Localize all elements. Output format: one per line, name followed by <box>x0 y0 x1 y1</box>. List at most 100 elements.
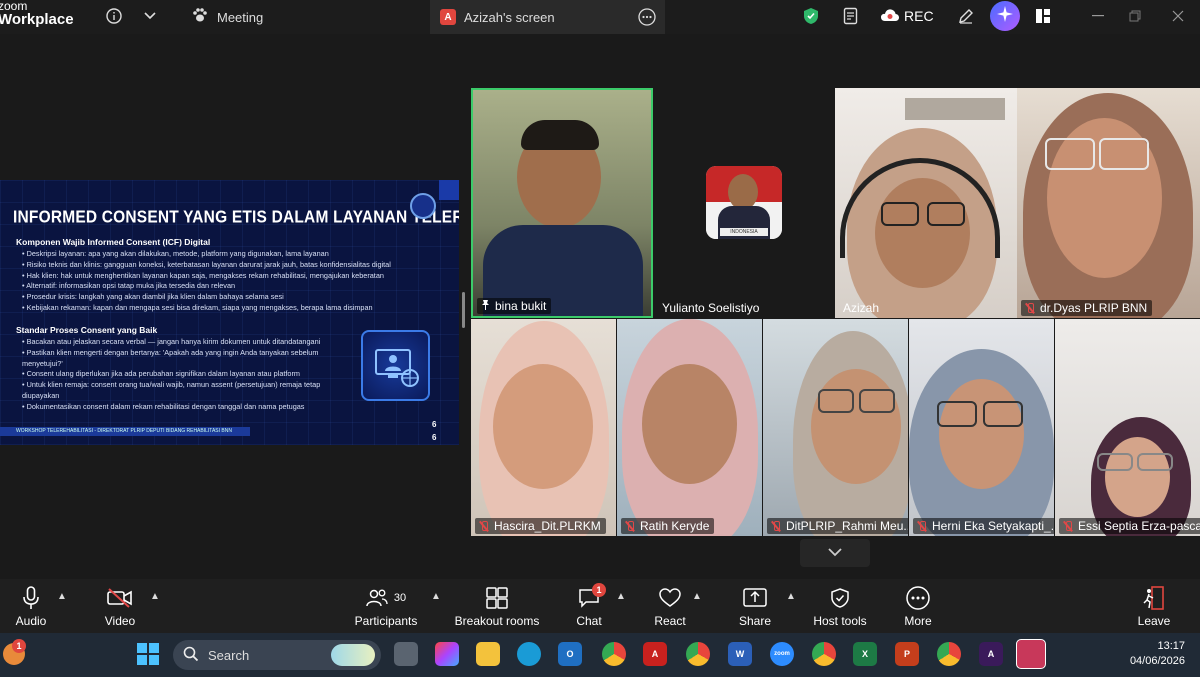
leave-label: Leave <box>1137 614 1171 628</box>
video-tile-azizah[interactable]: Azizah <box>835 88 1017 318</box>
notes-icon[interactable] <box>840 5 862 27</box>
zoom-window: zoom Workplace Meeting A Azizah's screen <box>0 0 1200 677</box>
info-icon[interactable] <box>103 5 125 27</box>
excel-icon[interactable]: X <box>853 642 877 666</box>
slide-bullet-continuation: menyetujui?' <box>22 358 63 368</box>
sparkle-icon <box>997 5 1013 27</box>
outlook-icon[interactable]: O <box>558 642 582 666</box>
rec-label: REC <box>904 8 934 24</box>
chat-button[interactable]: 1 Chat <box>570 579 608 633</box>
ai-companion-button[interactable] <box>990 1 1020 31</box>
participant-name-label: Hascira_Dit.PLRKM <box>475 518 606 534</box>
gallery-next-page-button[interactable] <box>800 539 870 567</box>
leave-button[interactable]: Leave <box>1134 579 1174 633</box>
tab-meeting[interactable]: Meeting <box>182 0 273 34</box>
chrome-icon[interactable] <box>602 642 626 666</box>
word-icon[interactable]: W <box>728 642 752 666</box>
file-explorer-icon[interactable] <box>476 642 500 666</box>
weather-widget-icon[interactable]: 1 <box>3 639 26 665</box>
share-button[interactable]: Share <box>735 579 775 633</box>
more-options-icon[interactable] <box>638 8 656 29</box>
paw-icon <box>192 8 208 26</box>
participant-name-label: dr.Dyas PLRIP BNN <box>1021 300 1153 316</box>
participant-name: Hascira_Dit.PLRKM <box>494 519 601 533</box>
snipping-tool-icon[interactable] <box>1016 639 1046 669</box>
host-tools-button[interactable]: Host tools <box>810 579 870 633</box>
system-clock[interactable]: 13:17 04/06/2026 <box>1130 639 1185 669</box>
participants-options-caret[interactable]: ▲ <box>431 591 441 602</box>
tab-shared-screen[interactable]: A Azizah's screen <box>430 0 665 34</box>
video-tile-yulianto[interactable]: INDONESIA Yulianto Soelistiyo <box>654 88 834 318</box>
video-tile-hascira[interactable]: Hascira_Dit.PLRKM <box>471 319 616 536</box>
slide-bullet: Hak klien: hak untuk menghentikan layana… <box>22 271 391 282</box>
splitter-handle[interactable] <box>462 292 465 328</box>
slide-bullet: Dokumentasikan consent dalam rekam rehab… <box>22 402 320 413</box>
slide-bullet: Pastikan klien mengerti dengan bertanya:… <box>22 348 320 359</box>
participant-face <box>493 364 593 489</box>
video-button[interactable]: Video <box>95 579 145 633</box>
video-tile-essi[interactable]: Essi Septia Erza-pasca <box>1055 319 1200 536</box>
nameplate: INDONESIA <box>720 228 768 236</box>
chrome-profile-icon[interactable] <box>937 642 961 666</box>
cloud-record-icon <box>880 8 900 25</box>
video-tile-bina-bukit[interactable]: bina bukit <box>471 88 653 318</box>
task-view-icon[interactable] <box>394 642 418 666</box>
chat-options-caret[interactable]: ▲ <box>616 591 626 602</box>
title-bar: zoom Workplace Meeting A Azizah's screen <box>0 0 1200 34</box>
acrobat-icon[interactable]: A <box>643 642 667 666</box>
share-label: Share <box>738 614 772 628</box>
participant-name: bina bukit <box>495 299 547 313</box>
cloud-recording-indicator[interactable]: REC <box>880 5 934 27</box>
glasses <box>937 401 977 427</box>
participants-icon: 30 <box>366 585 406 611</box>
edge-icon[interactable] <box>517 642 541 666</box>
windows-start-icon[interactable] <box>137 643 161 667</box>
breakout-rooms-button[interactable]: Breakout rooms <box>452 579 542 633</box>
chevron-down-icon[interactable] <box>139 5 161 27</box>
react-button[interactable]: React <box>650 579 690 633</box>
chrome-profile-icon[interactable] <box>812 642 836 666</box>
share-options-caret[interactable]: ▲ <box>786 591 796 602</box>
leave-door-icon <box>1143 585 1165 611</box>
participants-label: Participants <box>354 614 418 628</box>
view-layout-icon[interactable] <box>1032 5 1054 27</box>
participant-name-label: Yulianto Soelistiyo <box>658 300 764 316</box>
close-icon[interactable] <box>1167 5 1189 27</box>
chrome-profile-icon[interactable] <box>686 642 710 666</box>
video-tile-herni[interactable]: Herni Eka Setyakapti_... <box>909 319 1054 536</box>
taskbar-search-box[interactable]: Search <box>173 640 381 670</box>
copilot-icon[interactable] <box>435 642 459 666</box>
muted-mic-icon <box>625 520 635 532</box>
audio-options-caret[interactable]: ▲ <box>57 591 67 602</box>
brand-line2: Workplace <box>0 11 74 28</box>
react-options-caret[interactable]: ▲ <box>692 591 702 602</box>
host-tools-shield-icon <box>831 585 849 611</box>
video-off-icon <box>107 585 133 611</box>
powerpoint-icon[interactable]: P <box>895 642 919 666</box>
clock-date: 04/06/2026 <box>1129 655 1185 667</box>
shield-icon[interactable] <box>800 5 822 27</box>
participants-button[interactable]: 30 Participants <box>352 579 420 633</box>
audio-button[interactable]: Audio <box>6 579 56 633</box>
minimize-icon[interactable] <box>1087 5 1109 27</box>
video-options-caret[interactable]: ▲ <box>150 591 160 602</box>
audio-label: Audio <box>15 614 47 628</box>
glasses <box>1137 453 1173 471</box>
participants-count: 30 <box>393 592 407 604</box>
clock-time: 13:17 <box>1157 640 1185 652</box>
restore-icon[interactable] <box>1124 5 1146 27</box>
participant-name: Yulianto Soelistiyo <box>662 301 760 315</box>
video-tile-rahmi[interactable]: DitPLRIP_Rahmi Meu... <box>763 319 908 536</box>
video-tile-dyas[interactable]: dr.Dyas PLRIP BNN <box>1017 88 1200 318</box>
react-label: React <box>654 614 686 628</box>
participant-name: Essi Septia Erza-pasca <box>1078 519 1200 533</box>
microphone-icon <box>22 585 40 611</box>
video-tile-ratih[interactable]: Ratih Keryde <box>617 319 762 536</box>
adobe-app-icon[interactable]: A <box>979 642 1003 666</box>
more-button[interactable]: More <box>898 579 938 633</box>
muted-mic-icon <box>1025 302 1035 314</box>
zoom-app-icon[interactable]: zoom <box>770 642 794 666</box>
participant-name: DitPLRIP_Rahmi Meu... <box>786 519 908 533</box>
annotate-pen-icon[interactable] <box>955 5 977 27</box>
muted-mic-icon <box>771 520 781 532</box>
